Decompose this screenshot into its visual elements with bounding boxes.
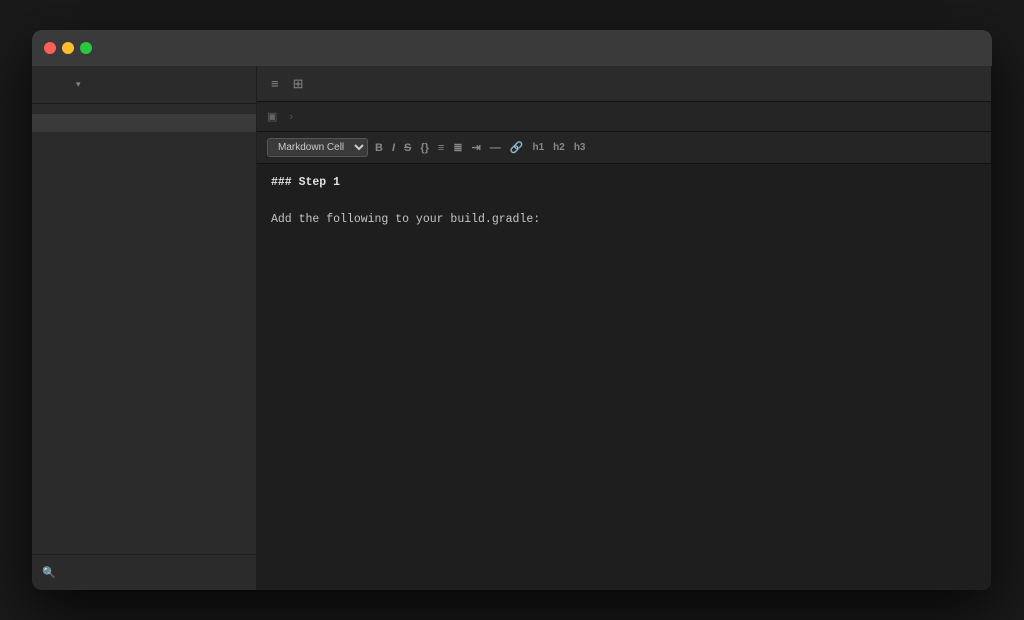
- sidebar: ▾ 🔍: [32, 66, 257, 590]
- sidebar-search[interactable]: 🔍: [32, 554, 256, 590]
- indent-button[interactable]: ⇥: [469, 140, 484, 155]
- expand-icon[interactable]: ⊞: [289, 74, 308, 94]
- ol-button[interactable]: ≣: [450, 140, 465, 155]
- titlebar: [32, 30, 992, 66]
- minus-button[interactable]: —: [487, 141, 504, 155]
- minimize-button[interactable]: [62, 42, 74, 54]
- h2-button[interactable]: h2: [550, 141, 568, 154]
- notebook-selector[interactable]: ▾: [72, 79, 81, 90]
- breadcrumb: ▣ ›: [257, 102, 991, 132]
- editor-toolbar: ≡ ⊞: [257, 66, 991, 102]
- code-block: ### Step 1 Add the following to your bui…: [271, 174, 977, 229]
- notebook-icon: ▣: [267, 110, 277, 123]
- bold-button[interactable]: B: [372, 141, 386, 155]
- app-window: ▾ 🔍: [32, 30, 992, 590]
- traffic-lights: [44, 42, 92, 54]
- note-item-springcloud[interactable]: [32, 132, 256, 150]
- editor-pane: ≡ ⊞ ▣ › Markdown Cell Code Cell LaTeX Ce…: [257, 66, 992, 590]
- link-button[interactable]: 🔗: [507, 140, 527, 155]
- cell-type-select[interactable]: Markdown Cell Code Cell LaTeX Cell: [267, 138, 368, 157]
- h3-button[interactable]: h3: [571, 141, 589, 154]
- search-icon: 🔍: [42, 566, 56, 579]
- chevron-down-icon: ▾: [76, 79, 81, 90]
- ul-button[interactable]: ≡: [435, 141, 447, 155]
- sidebar-header: ▾: [32, 66, 256, 104]
- strikethrough-button[interactable]: S: [401, 141, 414, 155]
- editor-body[interactable]: ### Step 1 Add the following to your bui…: [257, 164, 991, 590]
- format-toolbar: Markdown Cell Code Cell LaTeX Cell B I S…: [257, 132, 991, 164]
- add-note-button[interactable]: [44, 75, 64, 95]
- maximize-button[interactable]: [80, 42, 92, 54]
- close-button[interactable]: [44, 42, 56, 54]
- search-input[interactable]: [62, 567, 246, 579]
- hamburger-icon[interactable]: ≡: [267, 74, 283, 93]
- h1-button[interactable]: h1: [529, 141, 547, 154]
- note-item-coordinatortablayout[interactable]: [32, 114, 256, 132]
- note-item-hystrix[interactable]: [32, 150, 256, 168]
- breadcrumb-sep: ›: [289, 111, 293, 123]
- main-content: ▾ 🔍: [32, 66, 992, 590]
- sort-label[interactable]: [32, 104, 256, 114]
- italic-button[interactable]: I: [389, 141, 398, 155]
- code-button[interactable]: {}: [417, 141, 432, 155]
- format-buttons: B I S {} ≡ ≣ ⇥ — 🔗 h1 h2 h3: [372, 140, 589, 155]
- note-list: [32, 114, 256, 554]
